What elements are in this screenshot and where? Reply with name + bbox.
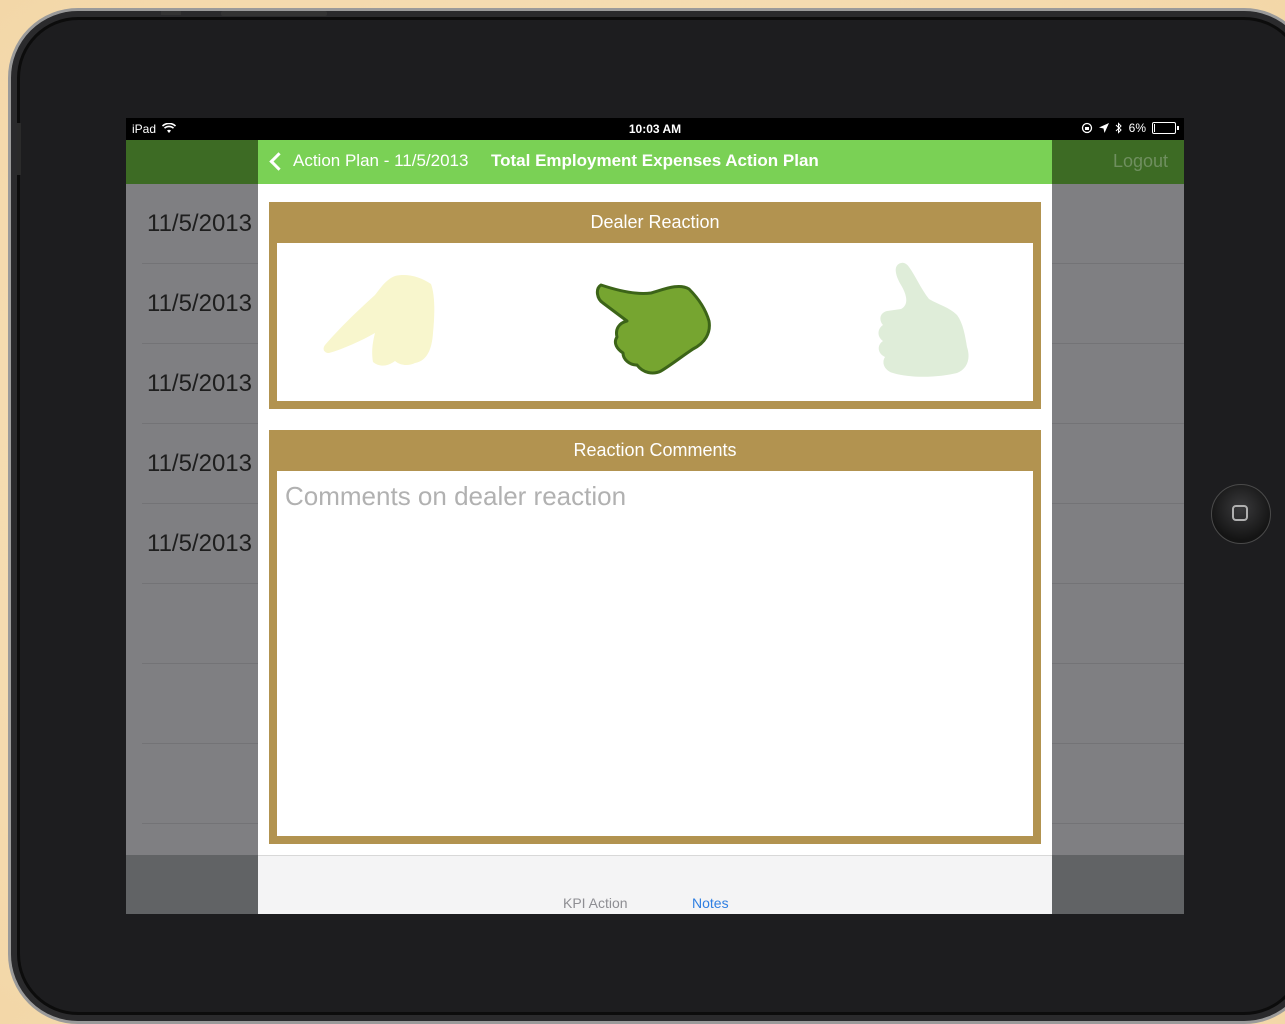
dealer-reaction-panel: Dealer Reaction: [269, 202, 1041, 409]
reaction-comments-header: Reaction Comments: [573, 440, 737, 460]
list-item-date: 11/5/2013: [147, 530, 252, 557]
list-item-date: 11/5/2013: [147, 290, 252, 317]
status-bar: iPad 10:03 AM 6%: [126, 118, 1184, 140]
tab-kpi-action[interactable]: KPI Action: [563, 895, 628, 911]
action-plan-modal: Action Plan - 11/5/2013 Total Employment…: [258, 140, 1052, 914]
tab-notes[interactable]: Notes: [692, 895, 729, 911]
status-right: 6%: [1081, 121, 1179, 135]
home-square-icon: [1232, 505, 1248, 521]
home-button[interactable]: [1211, 484, 1271, 544]
list-item-date: 11/5/2013: [147, 370, 252, 397]
back-button-label: Action Plan - 11/5/2013: [293, 151, 469, 170]
page-title: Total Employment Expenses Action Plan: [491, 151, 819, 170]
thumbs-up-icon[interactable]: [871, 261, 975, 381]
chevron-left-icon: [269, 151, 288, 171]
modal-navbar: Action Plan - 11/5/2013 Total Employment…: [258, 140, 1052, 184]
battery-level: [1154, 124, 1155, 132]
list-item-date: 11/5/2013: [147, 210, 252, 237]
side-switch: [17, 123, 21, 175]
logout-button[interactable]: Logout: [1113, 151, 1168, 172]
ipad-screen: iPad 10:03 AM 6% Logout 11/5/2013 11/5/2…: [126, 118, 1184, 914]
dealer-reaction-header: Dealer Reaction: [590, 212, 720, 232]
list-item-date: 11/5/2013: [147, 450, 252, 477]
back-button[interactable]: Action Plan - 11/5/2013: [268, 151, 468, 171]
reaction-comments-field-container: [277, 471, 1033, 836]
dealer-reaction-options: [277, 243, 1033, 401]
rotation-lock-icon: [1081, 122, 1092, 134]
volume-button: [161, 11, 181, 15]
reaction-comments-panel: Reaction Comments: [269, 430, 1041, 844]
bluetooth-icon: [1115, 122, 1122, 134]
thumbs-sideways-icon[interactable]: [593, 279, 717, 379]
status-time: 10:03 AM: [628, 122, 682, 136]
battery-icon: [1152, 122, 1179, 134]
battery-percent: 6%: [1128, 121, 1146, 135]
location-icon: [1098, 123, 1109, 133]
reaction-comments-input[interactable]: [277, 471, 1033, 836]
thumbs-down-icon[interactable]: [323, 271, 439, 371]
tab-bar: KPI Action Notes: [258, 855, 1052, 914]
power-button: [221, 11, 327, 16]
